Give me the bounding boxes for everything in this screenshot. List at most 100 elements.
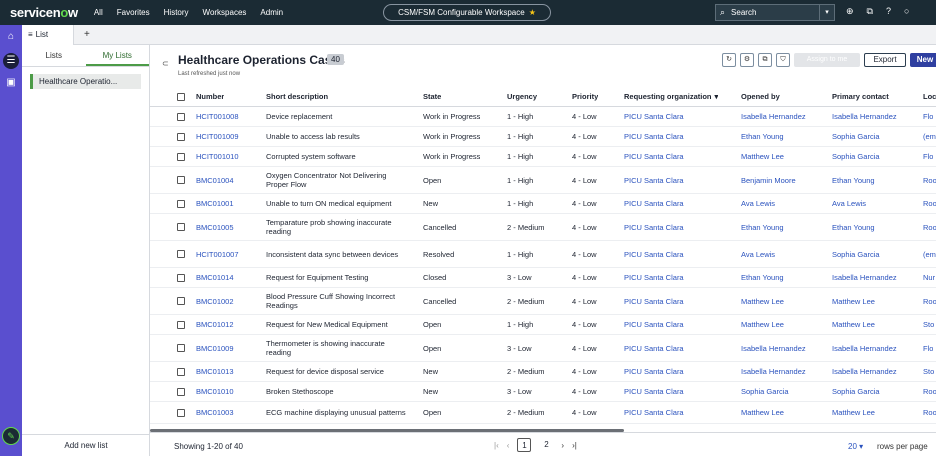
cell-primary-contact[interactable]: Matthew Lee [832,402,875,423]
gear-icon[interactable]: ⚙ [740,53,754,67]
row-checkbox[interactable] [177,194,185,213]
cell-primary-contact[interactable]: Ava Lewis [832,194,866,213]
scratchpad-icon[interactable]: ⧉ [867,6,873,17]
cell-requesting-organization[interactable]: PICU Santa Clara [624,335,684,361]
help-icon[interactable]: ? [886,6,891,17]
cell-number[interactable]: HCIT001008 [196,107,239,126]
star-icon[interactable]: ★ [529,8,536,17]
nav-workspaces[interactable]: Workspaces [203,8,247,17]
add-new-list-button[interactable]: Add new list [22,434,150,456]
horizontal-scrollbar[interactable] [150,429,624,432]
cell-primary-contact[interactable]: Matthew Lee [832,315,875,334]
last-page-icon[interactable]: ›| [572,441,577,450]
col-requesting-organization[interactable]: Requesting organization ▾ [624,87,718,106]
cell-number[interactable]: BMC01002 [196,288,234,314]
tab-lists[interactable]: Lists [22,45,86,66]
cell-location[interactable]: Roo [923,214,936,240]
table-row[interactable]: BMC01004 Oxygen Concentrator Not Deliveri… [150,167,936,194]
row-checkbox[interactable] [177,362,185,381]
add-tab-icon[interactable]: + [84,29,90,40]
cell-location[interactable]: Sto [923,315,934,334]
row-checkbox[interactable] [177,335,185,361]
cell-number[interactable]: BMC01014 [196,268,234,287]
cell-requesting-organization[interactable]: PICU Santa Clara [624,194,684,213]
table-row[interactable]: BMC01014 Request for Equipment Testing Clo… [150,268,936,288]
table-row[interactable]: HCIT001007 Inconsistent data sync between… [150,241,936,268]
prev-page-icon[interactable]: ‹ [507,441,510,450]
nav-history[interactable]: History [164,8,189,17]
cell-opened-by[interactable]: Ethan Young [741,214,784,240]
cell-requesting-organization[interactable]: PICU Santa Clara [624,382,684,401]
cell-primary-contact[interactable]: Sophia Garcia [832,241,880,267]
new-button[interactable]: New [910,53,936,67]
open-window-icon[interactable]: ⧉ [758,53,772,67]
cell-requesting-organization[interactable]: PICU Santa Clara [624,268,684,287]
globe-icon[interactable]: ⊕ [846,6,854,17]
cell-location[interactable]: Roo [923,288,936,314]
cell-requesting-organization[interactable]: PICU Santa Clara [624,127,684,146]
cell-number[interactable]: BMC01003 [196,402,234,423]
inbox-icon[interactable]: ▣ [3,75,19,91]
row-checkbox[interactable] [177,241,185,267]
cell-location[interactable]: Flo [923,335,933,361]
table-row[interactable]: BMC01002 Blood Pressure Cuff Showing Inco… [150,288,936,315]
col-short-description[interactable]: Short description [266,87,328,106]
page-1[interactable]: 1 [517,438,532,452]
cell-opened-by[interactable]: Matthew Lee [741,315,784,334]
chevron-down-icon[interactable]: ▾ [819,5,834,20]
cell-opened-by[interactable]: Isabella Hernandez [741,335,806,361]
cell-location[interactable]: Nur [923,268,935,287]
cell-requesting-organization[interactable]: PICU Santa Clara [624,107,684,126]
cell-requesting-organization[interactable]: PICU Santa Clara [624,288,684,314]
cell-requesting-organization[interactable]: PICU Santa Clara [624,241,684,267]
row-checkbox[interactable] [177,288,185,314]
cell-number[interactable]: HCIT001009 [196,127,239,146]
nav-admin[interactable]: Admin [260,8,283,17]
cell-opened-by[interactable]: Isabella Hernandez [741,362,806,381]
cell-primary-contact[interactable]: Ethan Young [832,167,875,193]
table-row[interactable]: HCIT001010 Corrupted system software Work … [150,147,936,167]
cell-opened-by[interactable]: Ethan Young [741,127,784,146]
row-checkbox[interactable] [177,214,185,240]
cell-location[interactable]: Flo [923,107,933,126]
cell-opened-by[interactable]: Matthew Lee [741,402,784,423]
assign-to-me-button[interactable]: Assign to me [794,53,860,67]
col-location[interactable]: Loc [923,87,936,106]
row-checkbox[interactable] [177,268,185,287]
rows-per-page-select[interactable]: 20 ▾ [848,442,863,451]
row-checkbox[interactable] [177,382,185,401]
cell-opened-by[interactable]: Matthew Lee [741,147,784,166]
cell-requesting-organization[interactable]: PICU Santa Clara [624,362,684,381]
col-opened-by[interactable]: Opened by [741,87,780,106]
table-row[interactable]: BMC01010 Broken Stethoscope New 3 - Low 4 - … [150,382,936,402]
col-priority[interactable]: Priority [572,87,598,106]
cell-location[interactable]: Roo [923,167,936,193]
table-row[interactable]: HCIT001009 Unable to access lab results Wo… [150,127,936,147]
table-row[interactable]: BMC01013 Request for device disposal serv… [150,362,936,382]
table-row[interactable]: BMC01003 ECG machine displaying unusual p… [150,402,936,424]
first-page-icon[interactable]: |‹ [494,441,499,450]
col-state[interactable]: State [423,87,441,106]
cell-primary-contact[interactable]: Sophia Garcia [832,382,880,401]
export-button[interactable]: Export [864,53,906,67]
cell-number[interactable]: BMC01004 [196,167,234,193]
cell-location[interactable]: (em [923,127,936,146]
cell-opened-by[interactable]: Sophia Garcia [741,382,789,401]
cell-primary-contact[interactable]: Isabella Hernandez [832,107,897,126]
workspace-pill[interactable]: CSM/FSM Configurable Workspace ★ [383,4,551,21]
cell-location[interactable]: Sto [923,362,934,381]
global-search[interactable]: ⌕ ▾ [715,4,835,21]
row-checkbox[interactable] [177,127,185,146]
table-row[interactable]: BMC01009 Thermometer is showing inaccurat… [150,335,936,362]
cell-location[interactable]: Flo [923,147,933,166]
cell-requesting-organization[interactable]: PICU Santa Clara [624,402,684,423]
row-checkbox[interactable] [177,167,185,193]
table-row[interactable]: BMC01001 Unable to turn ON medical equipm… [150,194,936,214]
collapse-icon[interactable]: ⊂ [162,59,169,68]
tab-my-lists[interactable]: My Lists [85,45,149,66]
pencil-icon[interactable]: ✎ [2,427,20,445]
next-page-icon[interactable]: › [561,441,564,450]
select-all-checkbox[interactable] [177,87,185,106]
row-checkbox[interactable] [177,107,185,126]
cell-primary-contact[interactable]: Isabella Hernandez [832,362,897,381]
